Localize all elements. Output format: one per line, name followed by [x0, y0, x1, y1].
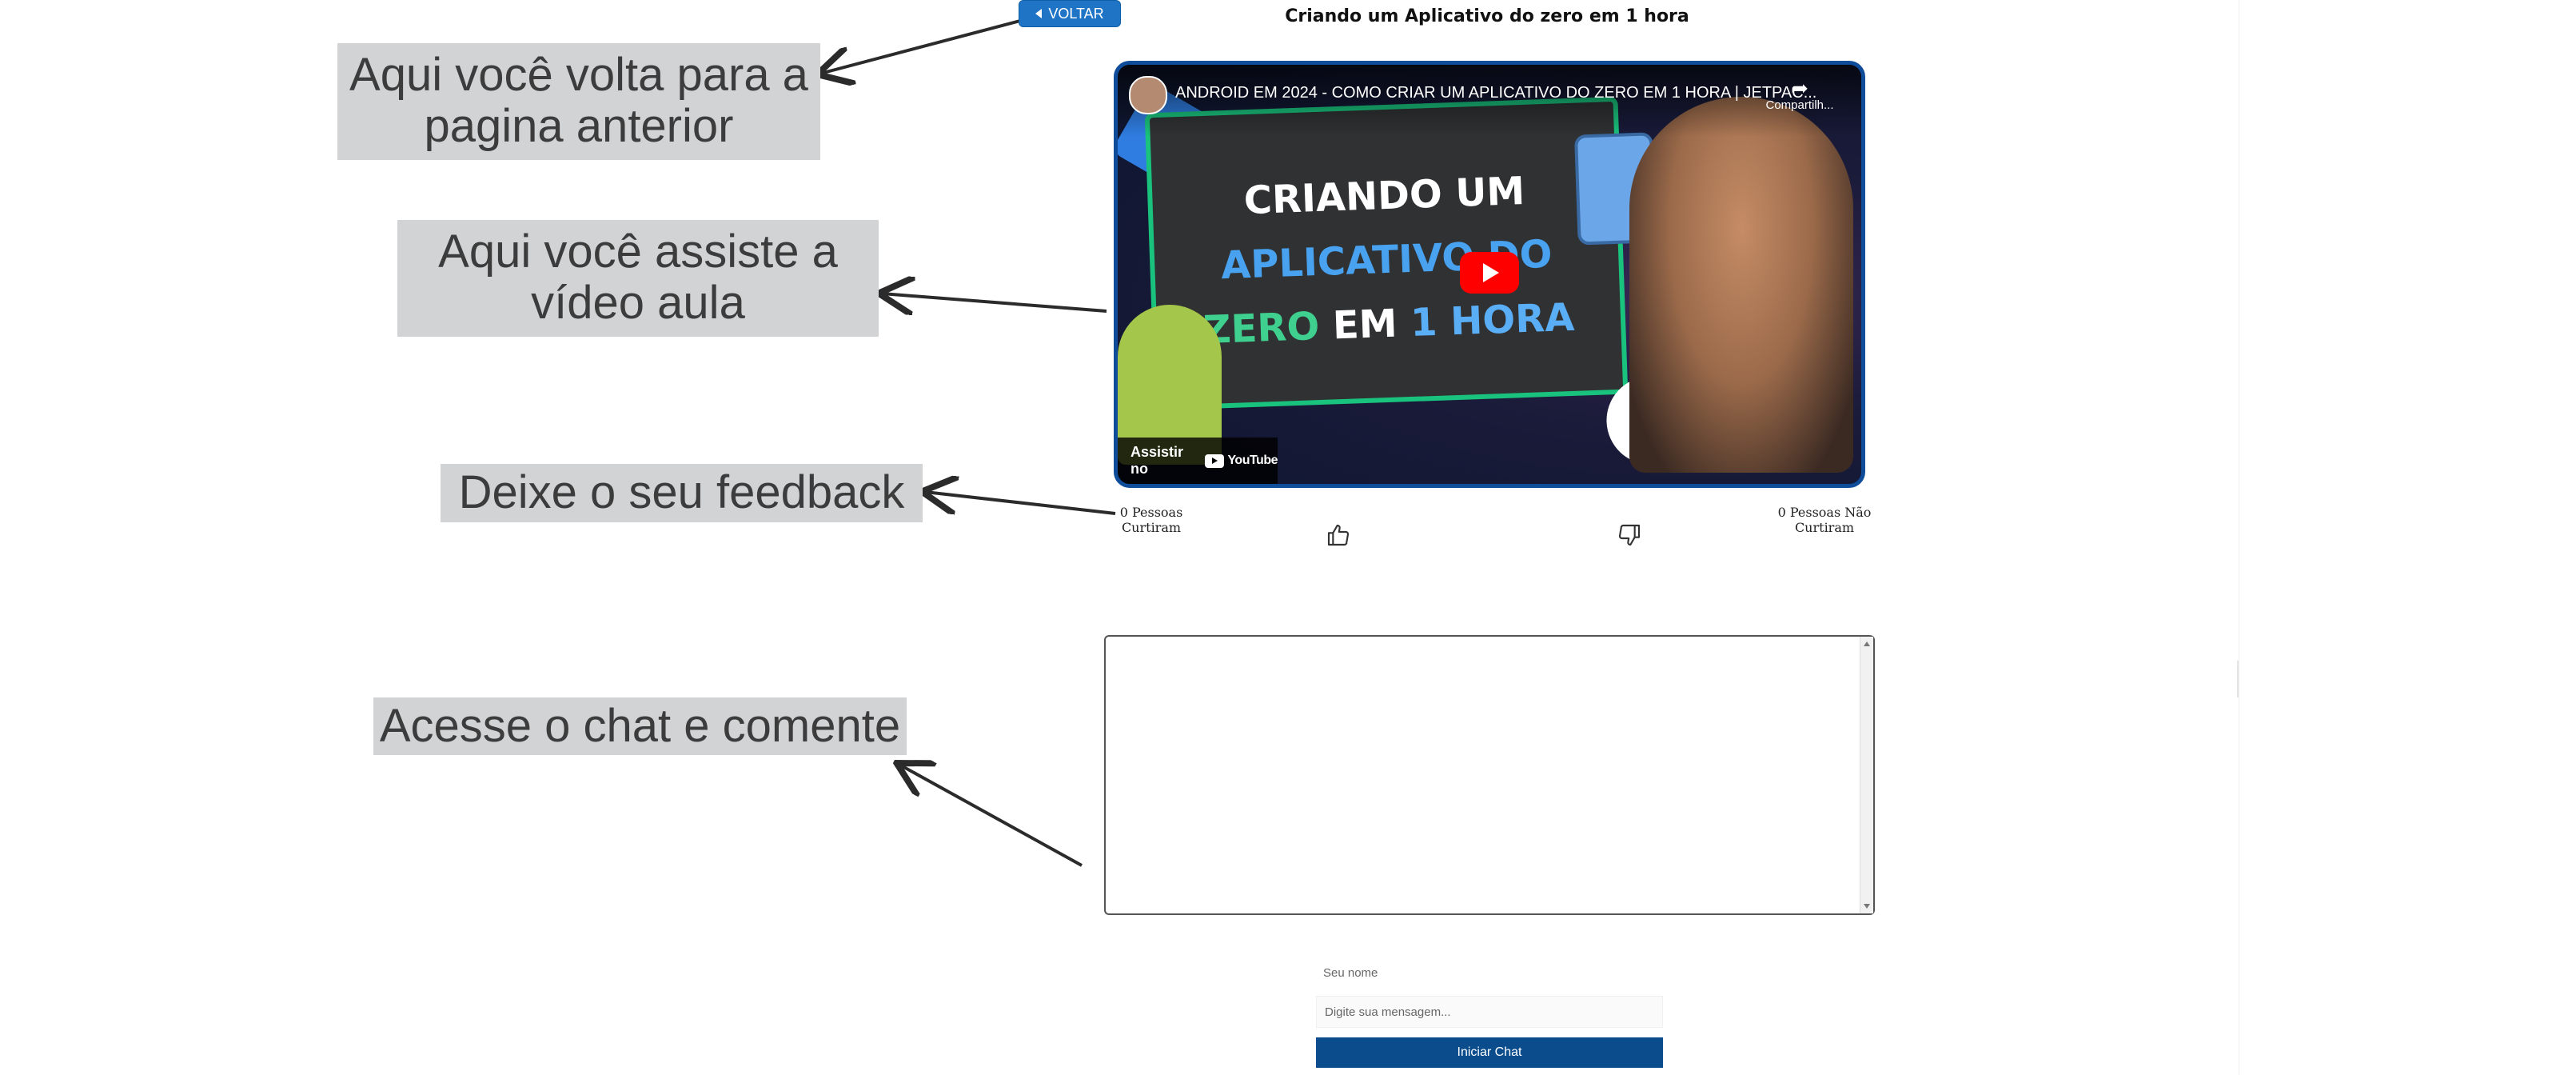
share-label: Compartilh... [1765, 98, 1834, 112]
thumbs-up-icon [1327, 524, 1350, 546]
message-input[interactable] [1316, 996, 1663, 1028]
chat-messages-area[interactable] [1104, 635, 1875, 915]
callout-back: Aqui você volta para a pagina anterior [337, 43, 820, 160]
name-label: Seu nome [1323, 966, 1378, 980]
callout-video: Aqui você assiste a vídeo aula [397, 220, 879, 337]
right-gutter [2239, 0, 2576, 1075]
scroll-up-icon[interactable] [1864, 641, 1870, 646]
back-button[interactable]: VOLTAR [1019, 0, 1121, 27]
start-chat-button[interactable]: Iniciar Chat [1316, 1037, 1663, 1068]
youtube-logo: YouTube [1205, 454, 1278, 468]
scroll-down-icon[interactable] [1864, 904, 1870, 909]
gutter-divider [2237, 661, 2239, 697]
youtube-icon [1205, 454, 1225, 468]
callout-chat: Acesse o chat e comente [373, 697, 907, 755]
video-title[interactable]: ANDROID EM 2024 - COMO CRIAR UM APLICATI… [1175, 84, 1816, 102]
chat-scrollbar[interactable] [1860, 637, 1873, 913]
youtube-wordmark: YouTube [1227, 454, 1278, 467]
play-button[interactable] [1460, 252, 1519, 294]
watch-on-label: Assistir no [1130, 444, 1184, 477]
thumbnail-text-line1: CRIANDO UM [1242, 168, 1526, 224]
dislike-button[interactable] [1615, 521, 1644, 549]
thumbs-down-icon [1618, 524, 1641, 546]
like-button[interactable] [1324, 521, 1353, 549]
thumbnail-text-hora: 1 HORA [1410, 294, 1576, 346]
presenter-image [1629, 97, 1853, 473]
play-icon [1483, 263, 1499, 282]
page-title: Criando um Aplicativo do zero em 1 hora [1285, 6, 1689, 26]
share-icon: ➦ [1791, 76, 1808, 100]
back-arrow-icon [1035, 9, 1043, 18]
share-button[interactable]: ➦ Compartilh... [1756, 78, 1844, 113]
dislikes-count: 0 Pessoas Não Curtiram [1777, 505, 1872, 535]
channel-avatar[interactable] [1129, 76, 1167, 114]
back-button-label: VOLTAR [1048, 5, 1104, 22]
callout-feedback: Deixe o seu feedback [441, 464, 923, 522]
thumbnail-text-line3: ZERO EM 1 HORA [1156, 294, 1621, 354]
watch-on-youtube-button[interactable]: Assistir no YouTube [1118, 438, 1278, 484]
thumbnail-text-em: EM [1331, 301, 1398, 349]
likes-count: 0 Pessoas Curtiram [1119, 505, 1183, 535]
video-player[interactable]: CRIANDO UM APLICATIVO DO ZERO EM 1 HORA … [1114, 61, 1865, 488]
video-header: ANDROID EM 2024 - COMO CRIAR UM APLICATI… [1118, 65, 1861, 137]
thumbnail-text-line2: APLICATIVO DO [1220, 231, 1553, 289]
